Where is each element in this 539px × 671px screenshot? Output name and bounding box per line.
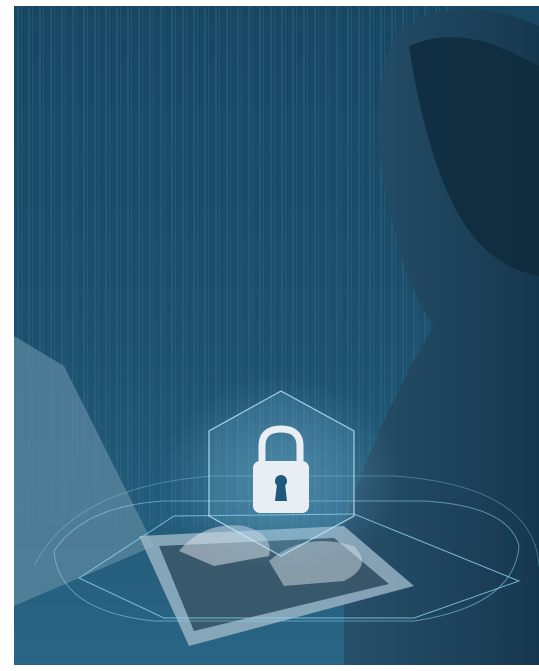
hero-image: [14, 6, 539, 665]
cybersecurity-scene: [14, 6, 539, 665]
keyhole-icon: [275, 475, 287, 501]
